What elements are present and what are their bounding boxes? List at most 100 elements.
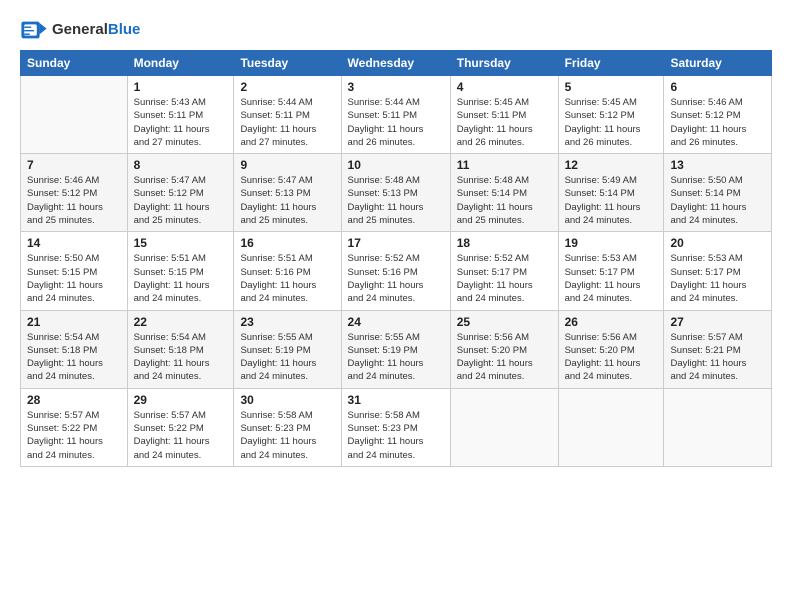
- day-info: Sunrise: 5:53 AMSunset: 5:17 PMDaylight:…: [670, 252, 765, 305]
- weekday-header-cell: Thursday: [450, 51, 558, 76]
- day-info: Sunrise: 5:50 AMSunset: 5:15 PMDaylight:…: [27, 252, 121, 305]
- calendar-day-cell: 30 Sunrise: 5:58 AMSunset: 5:23 PMDayligh…: [234, 388, 341, 466]
- calendar-day-cell: [450, 388, 558, 466]
- day-info: Sunrise: 5:47 AMSunset: 5:12 PMDaylight:…: [134, 174, 228, 227]
- day-number: 17: [348, 236, 444, 250]
- day-number: 8: [134, 158, 228, 172]
- calendar-day-cell: 1 Sunrise: 5:43 AMSunset: 5:11 PMDaylight…: [127, 76, 234, 154]
- calendar-week-row: 1 Sunrise: 5:43 AMSunset: 5:11 PMDaylight…: [21, 76, 772, 154]
- day-info: Sunrise: 5:49 AMSunset: 5:14 PMDaylight:…: [565, 174, 658, 227]
- calendar-day-cell: 8 Sunrise: 5:47 AMSunset: 5:12 PMDaylight…: [127, 154, 234, 232]
- calendar-day-cell: 7 Sunrise: 5:46 AMSunset: 5:12 PMDaylight…: [21, 154, 128, 232]
- day-info: Sunrise: 5:45 AMSunset: 5:11 PMDaylight:…: [457, 96, 552, 149]
- day-info: Sunrise: 5:48 AMSunset: 5:14 PMDaylight:…: [457, 174, 552, 227]
- day-number: 18: [457, 236, 552, 250]
- day-info: Sunrise: 5:50 AMSunset: 5:14 PMDaylight:…: [670, 174, 765, 227]
- day-info: Sunrise: 5:48 AMSunset: 5:13 PMDaylight:…: [348, 174, 444, 227]
- logo: GeneralBlue: [20, 16, 140, 44]
- calendar-week-row: 7 Sunrise: 5:46 AMSunset: 5:12 PMDaylight…: [21, 154, 772, 232]
- day-number: 27: [670, 315, 765, 329]
- calendar-day-cell: 13 Sunrise: 5:50 AMSunset: 5:14 PMDayligh…: [664, 154, 772, 232]
- day-number: 31: [348, 393, 444, 407]
- calendar-day-cell: 4 Sunrise: 5:45 AMSunset: 5:11 PMDaylight…: [450, 76, 558, 154]
- day-number: 26: [565, 315, 658, 329]
- day-info: Sunrise: 5:45 AMSunset: 5:12 PMDaylight:…: [565, 96, 658, 149]
- header: GeneralBlue: [20, 16, 772, 44]
- calendar-day-cell: [664, 388, 772, 466]
- day-number: 11: [457, 158, 552, 172]
- day-number: 9: [240, 158, 334, 172]
- day-info: Sunrise: 5:55 AMSunset: 5:19 PMDaylight:…: [348, 331, 444, 384]
- day-info: Sunrise: 5:43 AMSunset: 5:11 PMDaylight:…: [134, 96, 228, 149]
- calendar-day-cell: [21, 76, 128, 154]
- calendar-day-cell: 28 Sunrise: 5:57 AMSunset: 5:22 PMDayligh…: [21, 388, 128, 466]
- day-number: 7: [27, 158, 121, 172]
- day-info: Sunrise: 5:54 AMSunset: 5:18 PMDaylight:…: [27, 331, 121, 384]
- weekday-header-row: SundayMondayTuesdayWednesdayThursdayFrid…: [21, 51, 772, 76]
- day-number: 2: [240, 80, 334, 94]
- calendar-day-cell: 17 Sunrise: 5:52 AMSunset: 5:16 PMDayligh…: [341, 232, 450, 310]
- day-info: Sunrise: 5:58 AMSunset: 5:23 PMDaylight:…: [240, 409, 334, 462]
- calendar-week-row: 28 Sunrise: 5:57 AMSunset: 5:22 PMDayligh…: [21, 388, 772, 466]
- calendar-day-cell: 26 Sunrise: 5:56 AMSunset: 5:20 PMDayligh…: [558, 310, 664, 388]
- day-info: Sunrise: 5:56 AMSunset: 5:20 PMDaylight:…: [457, 331, 552, 384]
- day-number: 29: [134, 393, 228, 407]
- calendar-day-cell: 2 Sunrise: 5:44 AMSunset: 5:11 PMDaylight…: [234, 76, 341, 154]
- day-number: 28: [27, 393, 121, 407]
- day-number: 3: [348, 80, 444, 94]
- weekday-header-cell: Friday: [558, 51, 664, 76]
- calendar-day-cell: 23 Sunrise: 5:55 AMSunset: 5:19 PMDayligh…: [234, 310, 341, 388]
- calendar-day-cell: 18Sunrise: 5:52 AMSunset: 5:17 PMDayligh…: [450, 232, 558, 310]
- logo-icon: [20, 16, 48, 44]
- calendar-day-cell: 21 Sunrise: 5:54 AMSunset: 5:18 PMDayligh…: [21, 310, 128, 388]
- day-info: Sunrise: 5:53 AMSunset: 5:17 PMDaylight:…: [565, 252, 658, 305]
- calendar-day-cell: 11 Sunrise: 5:48 AMSunset: 5:14 PMDayligh…: [450, 154, 558, 232]
- weekday-header-cell: Tuesday: [234, 51, 341, 76]
- day-info: Sunrise: 5:52 AMSunset: 5:16 PMDaylight:…: [348, 252, 444, 305]
- day-number: 14: [27, 236, 121, 250]
- day-number: 12: [565, 158, 658, 172]
- day-number: 6: [670, 80, 765, 94]
- calendar-table: SundayMondayTuesdayWednesdayThursdayFrid…: [20, 50, 772, 467]
- calendar-day-cell: 27Sunrise: 5:57 AMSunset: 5:21 PMDayligh…: [664, 310, 772, 388]
- calendar-day-cell: 5Sunrise: 5:45 AMSunset: 5:12 PMDaylight…: [558, 76, 664, 154]
- weekday-header-cell: Sunday: [21, 51, 128, 76]
- calendar-day-cell: 24 Sunrise: 5:55 AMSunset: 5:19 PMDayligh…: [341, 310, 450, 388]
- calendar-day-cell: 10Sunrise: 5:48 AMSunset: 5:13 PMDayligh…: [341, 154, 450, 232]
- logo-text: GeneralBlue: [52, 21, 140, 39]
- day-info: Sunrise: 5:55 AMSunset: 5:19 PMDaylight:…: [240, 331, 334, 384]
- day-info: Sunrise: 5:44 AMSunset: 5:11 PMDaylight:…: [348, 96, 444, 149]
- day-number: 24: [348, 315, 444, 329]
- calendar-day-cell: [558, 388, 664, 466]
- calendar-day-cell: 29Sunrise: 5:57 AMSunset: 5:22 PMDayligh…: [127, 388, 234, 466]
- day-info: Sunrise: 5:57 AMSunset: 5:22 PMDaylight:…: [27, 409, 121, 462]
- day-number: 21: [27, 315, 121, 329]
- day-info: Sunrise: 5:46 AMSunset: 5:12 PMDaylight:…: [27, 174, 121, 227]
- calendar-day-cell: 16Sunrise: 5:51 AMSunset: 5:16 PMDayligh…: [234, 232, 341, 310]
- day-number: 23: [240, 315, 334, 329]
- calendar-day-cell: 19Sunrise: 5:53 AMSunset: 5:17 PMDayligh…: [558, 232, 664, 310]
- calendar-day-cell: 31 Sunrise: 5:58 AMSunset: 5:23 PMDayligh…: [341, 388, 450, 466]
- day-number: 25: [457, 315, 552, 329]
- calendar-week-row: 21 Sunrise: 5:54 AMSunset: 5:18 PMDayligh…: [21, 310, 772, 388]
- day-info: Sunrise: 5:47 AMSunset: 5:13 PMDaylight:…: [240, 174, 334, 227]
- weekday-header-cell: Saturday: [664, 51, 772, 76]
- calendar-day-cell: 15Sunrise: 5:51 AMSunset: 5:15 PMDayligh…: [127, 232, 234, 310]
- day-number: 13: [670, 158, 765, 172]
- day-info: Sunrise: 5:46 AMSunset: 5:12 PMDaylight:…: [670, 96, 765, 149]
- calendar-day-cell: 25 Sunrise: 5:56 AMSunset: 5:20 PMDayligh…: [450, 310, 558, 388]
- day-number: 30: [240, 393, 334, 407]
- weekday-header-cell: Monday: [127, 51, 234, 76]
- calendar-day-cell: 20Sunrise: 5:53 AMSunset: 5:17 PMDayligh…: [664, 232, 772, 310]
- day-number: 15: [134, 236, 228, 250]
- day-info: Sunrise: 5:44 AMSunset: 5:11 PMDaylight:…: [240, 96, 334, 149]
- day-info: Sunrise: 5:58 AMSunset: 5:23 PMDaylight:…: [348, 409, 444, 462]
- day-number: 1: [134, 80, 228, 94]
- day-info: Sunrise: 5:56 AMSunset: 5:20 PMDaylight:…: [565, 331, 658, 384]
- weekday-header-cell: Wednesday: [341, 51, 450, 76]
- calendar-body: 1 Sunrise: 5:43 AMSunset: 5:11 PMDaylight…: [21, 76, 772, 467]
- day-number: 4: [457, 80, 552, 94]
- calendar-week-row: 14 Sunrise: 5:50 AMSunset: 5:15 PMDayligh…: [21, 232, 772, 310]
- calendar-day-cell: 12 Sunrise: 5:49 AMSunset: 5:14 PMDayligh…: [558, 154, 664, 232]
- day-number: 22: [134, 315, 228, 329]
